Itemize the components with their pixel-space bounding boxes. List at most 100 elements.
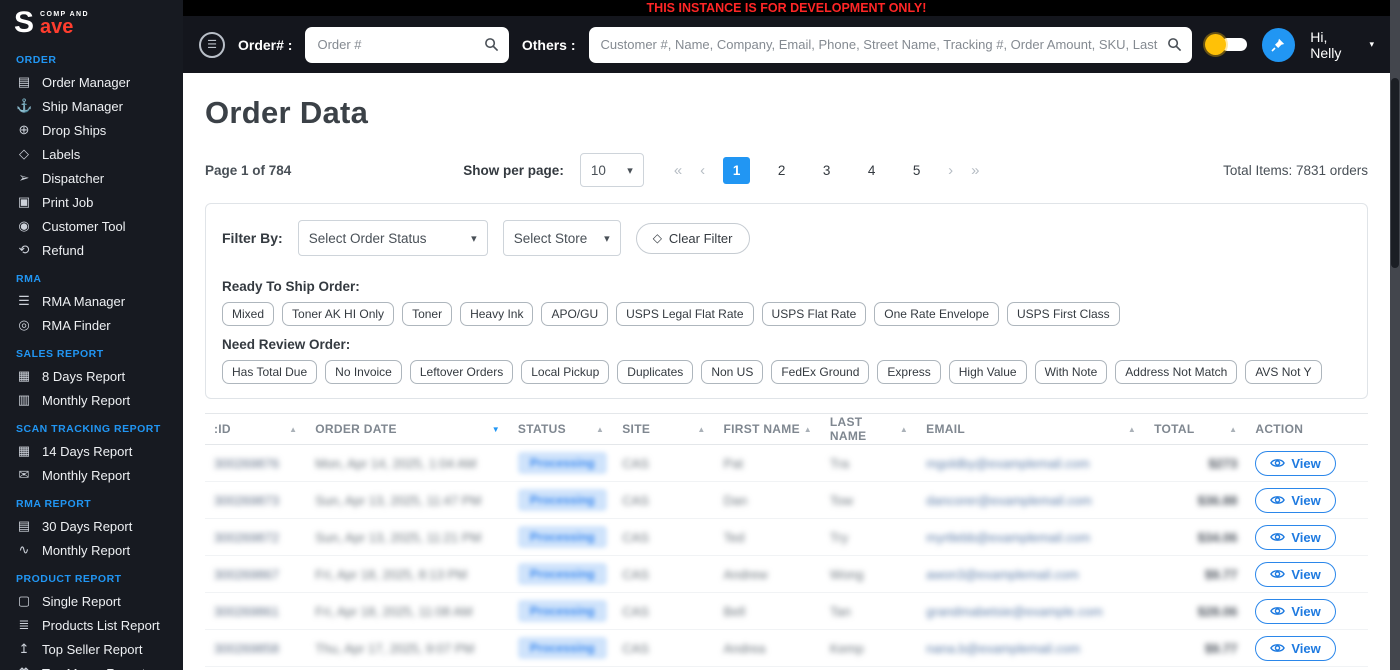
view-button[interactable]: View — [1255, 450, 1336, 476]
pin-button[interactable] — [1261, 27, 1296, 62]
theme-toggle[interactable] — [1204, 34, 1247, 55]
quick-filter-pill[interactable]: Leftover Orders — [409, 360, 514, 384]
search-icon[interactable] — [1167, 37, 1182, 52]
sidebar-item-rma-monthly-report[interactable]: ∿ Monthly Report — [0, 538, 183, 562]
quick-filter-pill[interactable]: One Rate Envelope — [874, 302, 999, 326]
page-button-5[interactable]: 5 — [903, 157, 930, 184]
sidebar-item-customer-tool[interactable]: ◉ Customer Tool — [0, 214, 183, 238]
order-date: Fri, Apr 18, 2025, 8:13 PM — [315, 566, 468, 582]
doc-icon: ▢ — [17, 593, 31, 608]
sidebar-item-top-seller-report[interactable]: ↥ Top Seller Report — [0, 637, 183, 661]
quick-filter-pill[interactable]: Has Total Due — [222, 360, 318, 384]
quick-filter-pill[interactable]: Duplicates — [617, 360, 694, 384]
column-header-order-date[interactable]: ORDER DATE ▼ — [306, 413, 509, 445]
others-search-input[interactable] — [588, 26, 1192, 63]
sidebar-item-products-list-report[interactable]: ≣ Products List Report — [0, 613, 183, 637]
sidebar-item-refund[interactable]: ⟲ Refund — [0, 238, 183, 262]
view-button[interactable]: View — [1255, 635, 1336, 661]
sidebar-item-order-manager[interactable]: ▤ Order Manager — [0, 70, 183, 94]
sidebar-item-drop-ships[interactable]: ⊕ Drop Ships — [0, 118, 183, 142]
tag-icon: ◇ — [19, 146, 29, 161]
order-date: Thu, Apr 17, 2025, 9:07 PM — [315, 640, 475, 656]
clear-filter-button[interactable]: ◇ Clear Filter — [635, 222, 750, 254]
last-page-button[interactable]: » — [971, 162, 979, 179]
per-page-select[interactable]: 10 — [579, 153, 644, 187]
quick-filter-pill[interactable]: Express — [877, 360, 941, 384]
order-date: Sun, Apr 13, 2025, 11:47 PM — [315, 492, 482, 508]
column-header-id[interactable]: :ID ▲ — [205, 413, 307, 445]
sidebar-item-rma-finder[interactable]: ◎ RMA Finder — [0, 313, 183, 337]
quick-filter-pill[interactable]: High Value — [948, 360, 1027, 384]
sort-icon[interactable]: ▼ — [492, 425, 500, 434]
status-badge: Processing — [517, 637, 607, 659]
table-row: 300269872 Sun, Apr 13, 2025, 11:21 PM Pr… — [205, 518, 1368, 556]
quick-filter-pill[interactable]: USPS Legal Flat Rate — [616, 302, 754, 326]
sidebar-item-sales-monthly-report[interactable]: ▥ Monthly Report — [0, 388, 183, 412]
prev-page-button[interactable]: ‹ — [700, 162, 705, 179]
email: awon3@examplemail.com — [926, 566, 1079, 582]
quick-filter-pill[interactable]: No Invoice — [325, 360, 402, 384]
column-header-status[interactable]: STATUS ▲ — [508, 413, 614, 445]
column-header-email[interactable]: EMAIL ▲ — [917, 413, 1146, 445]
quick-filter-pill[interactable]: Toner — [402, 302, 453, 326]
page-button-2[interactable]: 2 — [768, 157, 795, 184]
sidebar-item-14-days-report[interactable]: ▦ 14 Days Report — [0, 439, 183, 463]
logo[interactable]: S COMP AND ave — [0, 0, 183, 43]
sort-icon[interactable]: ▲ — [697, 425, 705, 434]
sidebar-item-print-job[interactable]: ▣ Print Job — [0, 190, 183, 214]
sidebar-item-30-days-report[interactable]: ▤ 30 Days Report — [0, 514, 183, 538]
quick-filter-pill[interactable]: FedEx Ground — [771, 360, 870, 384]
quick-filter-pill[interactable]: AVS Not Y — [1245, 360, 1322, 384]
order-status-select[interactable]: Select Order Status — [297, 220, 488, 256]
quick-filter-pill[interactable]: Address Not Match — [1115, 360, 1238, 384]
sidebar-item-8-days-report[interactable]: ▦ 8 Days Report — [0, 364, 183, 388]
email: nana.b@examplemail.com — [926, 640, 1081, 656]
sidebar-item-dispatcher[interactable]: ➢ Dispatcher — [0, 166, 183, 190]
quick-filter-pill[interactable]: Mixed — [222, 302, 275, 326]
column-header-last-name[interactable]: LAST NAME ▲ — [820, 413, 918, 445]
quick-filter-pill[interactable]: APO/GU — [541, 302, 609, 326]
quick-filter-pill[interactable]: Heavy Ink — [460, 302, 534, 326]
next-page-button[interactable]: › — [948, 162, 953, 179]
view-button[interactable]: View — [1255, 598, 1336, 624]
menu-icon[interactable]: ☰ — [199, 31, 225, 58]
scrollbar-thumb[interactable] — [1391, 78, 1399, 268]
order-number-input[interactable] — [305, 26, 509, 63]
page-button-3[interactable]: 3 — [813, 157, 840, 184]
quick-filter-pill[interactable]: Non US — [701, 360, 764, 384]
sort-icon[interactable]: ▲ — [596, 425, 604, 434]
column-header-total[interactable]: TOTAL ▲ — [1145, 413, 1247, 445]
quick-filter-pill[interactable]: Toner AK HI Only — [282, 302, 395, 326]
store-select[interactable]: Select Store — [502, 220, 621, 256]
quick-filter-pill[interactable]: With Note — [1034, 360, 1108, 384]
sort-icon[interactable]: ▲ — [900, 425, 908, 434]
search-icon[interactable] — [484, 37, 499, 52]
quick-filter-pill[interactable]: Local Pickup — [521, 360, 610, 384]
sort-icon[interactable]: ▲ — [1128, 425, 1136, 434]
quick-filter-pill[interactable]: USPS Flat Rate — [761, 302, 867, 326]
sidebar-item-single-report[interactable]: ▢ Single Report — [0, 589, 183, 613]
sort-icon[interactable]: ▲ — [1229, 425, 1237, 434]
order-date: Sun, Apr 13, 2025, 11:21 PM — [315, 529, 482, 545]
user-menu[interactable]: Hi, Nelly ▾ — [1310, 29, 1374, 61]
site: CAS — [622, 640, 649, 656]
sort-icon[interactable]: ▲ — [804, 425, 812, 434]
first-page-button[interactable]: « — [674, 162, 682, 179]
sidebar-item-ship-manager[interactable]: ⚓ Ship Manager — [0, 94, 183, 118]
sidebar-item-scan-monthly-report[interactable]: ✉ Monthly Report — [0, 463, 183, 487]
sidebar-item-top-mover-report[interactable]: ⇈ Top Mover Report — [0, 661, 183, 670]
quick-filter-pill[interactable]: USPS First Class — [1007, 302, 1120, 326]
view-button[interactable]: View — [1255, 524, 1336, 550]
file-icon: ▤ — [17, 518, 31, 533]
page-button-4[interactable]: 4 — [858, 157, 885, 184]
view-button[interactable]: View — [1255, 487, 1336, 513]
column-header-first-name[interactable]: FIRST NAME ▲ — [714, 413, 821, 445]
vertical-scrollbar[interactable] — [1390, 0, 1400, 670]
page-button-1[interactable]: 1 — [723, 156, 751, 184]
view-button[interactable]: View — [1255, 561, 1336, 587]
column-header-site[interactable]: SITE ▲ — [613, 413, 715, 445]
others-search-box — [588, 26, 1192, 63]
sort-icon[interactable]: ▲ — [289, 425, 297, 434]
sidebar-item-labels[interactable]: ◇ Labels — [0, 142, 183, 166]
sidebar-item-rma-manager[interactable]: ☰ RMA Manager — [0, 289, 183, 313]
